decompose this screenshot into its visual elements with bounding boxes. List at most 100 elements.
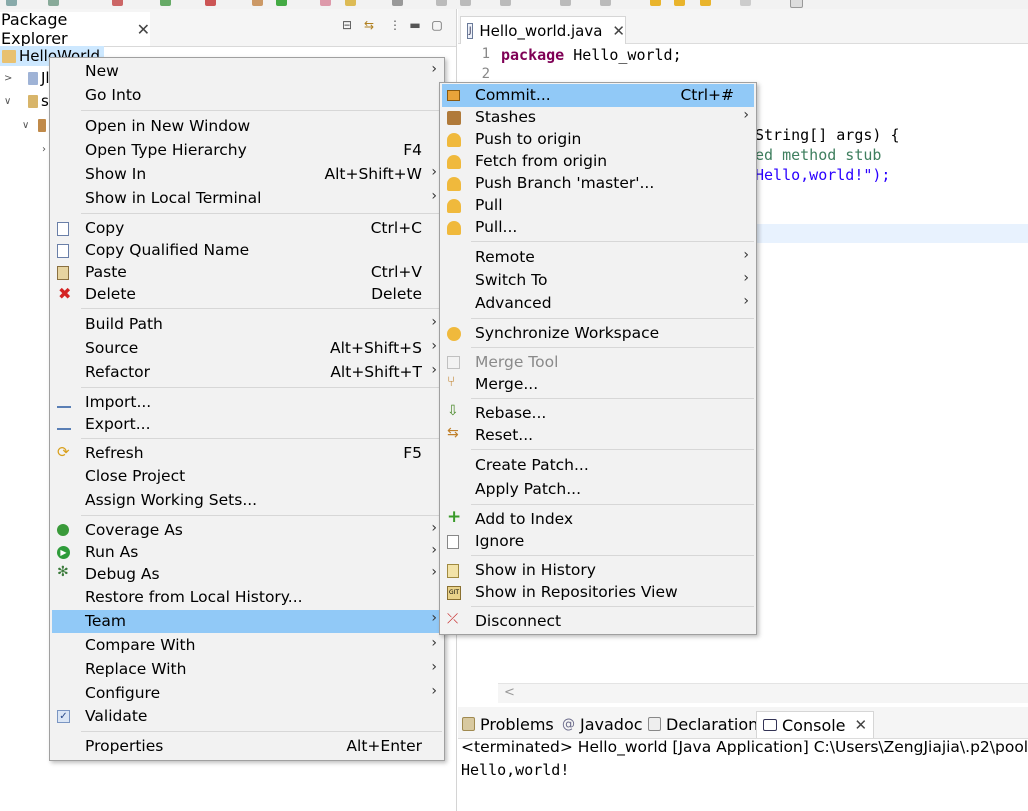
menu-item-close-project[interactable]: Close Project (52, 466, 442, 488)
forward-icon[interactable] (674, 0, 685, 6)
menu-item-assign-working-sets[interactable]: Assign Working Sets... (52, 490, 442, 512)
menu-item-label: Add to Index (475, 510, 574, 528)
tree-node-jre[interactable]: > Jl (0, 68, 50, 88)
last-edit-icon[interactable] (700, 0, 711, 6)
open-type-icon[interactable] (320, 0, 331, 6)
show-whitespace-icon[interactable] (500, 0, 511, 6)
menu-item-go-into[interactable]: Go Into (52, 85, 442, 107)
menu-item-coverage-as[interactable]: Coverage As › (52, 520, 442, 542)
collapse-icon[interactable]: ∨ (22, 120, 32, 131)
menu-item-disconnect[interactable]: ⤫ Disconnect (442, 611, 754, 633)
menu-item-commit[interactable]: Commit... Ctrl+# (442, 84, 754, 107)
run-toolbar-icon[interactable] (160, 0, 171, 6)
console-status-line: <terminated> Hello_world [Java Applicati… (461, 738, 1028, 756)
pull-dialog-icon (447, 221, 461, 235)
menu-item-switch-to[interactable]: Switch To › (442, 270, 754, 292)
menu-item-push-to-origin[interactable]: Push to origin (442, 129, 754, 151)
pin-editor-icon[interactable] (560, 0, 571, 6)
open-perspective-icon[interactable] (790, 0, 803, 8)
new-class-icon[interactable] (276, 0, 287, 6)
menu-item-rebase[interactable]: ⇩ Rebase... (442, 403, 754, 425)
menu-item-show-in-history[interactable]: Show in History (442, 560, 754, 582)
toggle-block-icon[interactable] (460, 0, 471, 6)
menu-item-synchronize-workspace[interactable]: Synchronize Workspace (442, 323, 754, 345)
menu-item-run-as[interactable]: ▶ Run As › (52, 542, 442, 564)
tab-problems[interactable]: Problems (462, 711, 554, 737)
ignore-icon (447, 535, 459, 549)
save-all-icon[interactable] (48, 0, 59, 6)
close-icon[interactable]: ✕ (137, 20, 150, 39)
menu-item-refresh[interactable]: ⟳ Refresh F5 (52, 443, 442, 465)
tab-package-explorer[interactable]: Package Explorer ✕ (0, 10, 150, 48)
menu-item-refactor[interactable]: Refactor Alt+Shift+T › (52, 362, 442, 384)
minimize-icon[interactable]: ▬ (408, 18, 422, 32)
menu-item-copy[interactable]: Copy Ctrl+C (52, 218, 442, 240)
menu-item-export[interactable]: Export... (52, 414, 442, 436)
editor-horizontal-scrollbar[interactable]: < (498, 683, 1028, 703)
tab-hello-world-java[interactable]: J Hello_world.java ✕ (460, 16, 626, 44)
menu-separator (81, 515, 442, 516)
menu-item-reset[interactable]: ⇆ Reset... (442, 425, 754, 447)
view-menu-icon[interactable]: ⋮ (388, 18, 402, 32)
menu-item-build-path[interactable]: Build Path › (52, 314, 442, 336)
menu-item-create-patch[interactable]: Create Patch... (442, 455, 754, 477)
menu-item-remote[interactable]: Remote › (442, 247, 754, 269)
menu-item-source[interactable]: Source Alt+Shift+S › (52, 338, 442, 360)
menu-item-open-type-hierarchy[interactable]: Open Type Hierarchy F4 (52, 140, 442, 162)
menu-item-import[interactable]: Import... (52, 392, 442, 414)
tree-node-src[interactable]: ∨ s (0, 91, 49, 111)
menu-item-copy-qualified-name[interactable]: Copy Qualified Name (52, 240, 442, 262)
menu-item-show-in[interactable]: Show In Alt+Shift+W › (52, 164, 442, 186)
menu-item-restore-local-history[interactable]: Restore from Local History... (52, 587, 442, 609)
menu-item-configure[interactable]: Configure › (52, 683, 442, 705)
close-icon[interactable]: ✕ (855, 716, 868, 734)
close-icon[interactable]: ✕ (612, 22, 625, 40)
menu-item-validate[interactable]: ✓ Validate (52, 706, 442, 728)
link-with-editor-icon[interactable]: ⇆ (362, 18, 376, 32)
menu-item-show-in-repositories[interactable]: GIT Show in Repositories View (442, 582, 754, 604)
menu-item-show-in-local-terminal[interactable]: Show in Local Terminal › (52, 188, 442, 210)
collapse-icon[interactable]: ∨ (4, 96, 14, 107)
menu-item-push-branch[interactable]: Push Branch 'master'... (442, 173, 754, 195)
coverage-toolbar-icon[interactable] (205, 0, 216, 6)
menu-item-paste[interactable]: Paste Ctrl+V (52, 262, 442, 284)
menu-item-apply-patch[interactable]: Apply Patch... (442, 479, 754, 501)
menu-item-pull[interactable]: Pull (442, 195, 754, 217)
menu-item-pull-dialog[interactable]: Pull... (442, 217, 754, 239)
maximize-icon[interactable]: ▢ (430, 18, 444, 32)
new-java-project-icon[interactable] (252, 0, 263, 6)
expand-icon[interactable]: > (4, 73, 14, 84)
menu-item-label: Configure (85, 684, 161, 702)
menu-item-open-in-new-window[interactable]: Open in New Window (52, 116, 442, 138)
save-icon[interactable] (6, 0, 17, 6)
back-icon[interactable] (650, 0, 661, 6)
tab-javadoc[interactable]: @ Javadoc (562, 711, 643, 737)
tab-console[interactable]: Console ✕ (756, 711, 875, 738)
tab-javadoc-label: Javadoc (580, 714, 643, 734)
menu-item-stashes[interactable]: Stashes › (442, 107, 754, 129)
menu-item-properties[interactable]: Properties Alt+Enter (52, 736, 442, 758)
menu-item-new[interactable]: New › (52, 61, 442, 83)
tree-node-class[interactable]: › (0, 139, 52, 159)
menu-item-merge[interactable]: ⑂ Merge... (442, 374, 754, 396)
search-toolbar-icon[interactable] (345, 0, 356, 6)
menu-item-compare-with[interactable]: Compare With › (52, 635, 442, 657)
scroll-left-icon[interactable]: < (504, 685, 515, 700)
menu-item-advanced[interactable]: Advanced › (442, 293, 754, 315)
next-annotation-icon[interactable] (600, 0, 611, 6)
menu-item-replace-with[interactable]: Replace With › (52, 659, 442, 681)
menu-item-debug-as[interactable]: ✻ Debug As › (52, 564, 442, 586)
toggle-mark-icon[interactable] (436, 0, 447, 6)
menu-item-fetch-from-origin[interactable]: Fetch from origin (442, 151, 754, 173)
debug-toolbar-icon[interactable] (112, 0, 123, 6)
tree-label-src: s (41, 92, 49, 110)
menu-item-delete[interactable]: ✖ Delete Delete (52, 284, 442, 306)
navigate-icon[interactable] (740, 0, 751, 6)
collapse-all-icon[interactable]: ⊟ (340, 18, 354, 32)
annotation-icon[interactable] (392, 0, 403, 6)
tab-declaration[interactable]: Declaration (648, 711, 758, 737)
menu-item-team[interactable]: Team › (52, 610, 442, 633)
menu-item-ignore[interactable]: Ignore (442, 531, 754, 553)
tree-node-package[interactable]: ∨ (0, 115, 49, 135)
menu-item-add-to-index[interactable]: + Add to Index (442, 507, 754, 531)
